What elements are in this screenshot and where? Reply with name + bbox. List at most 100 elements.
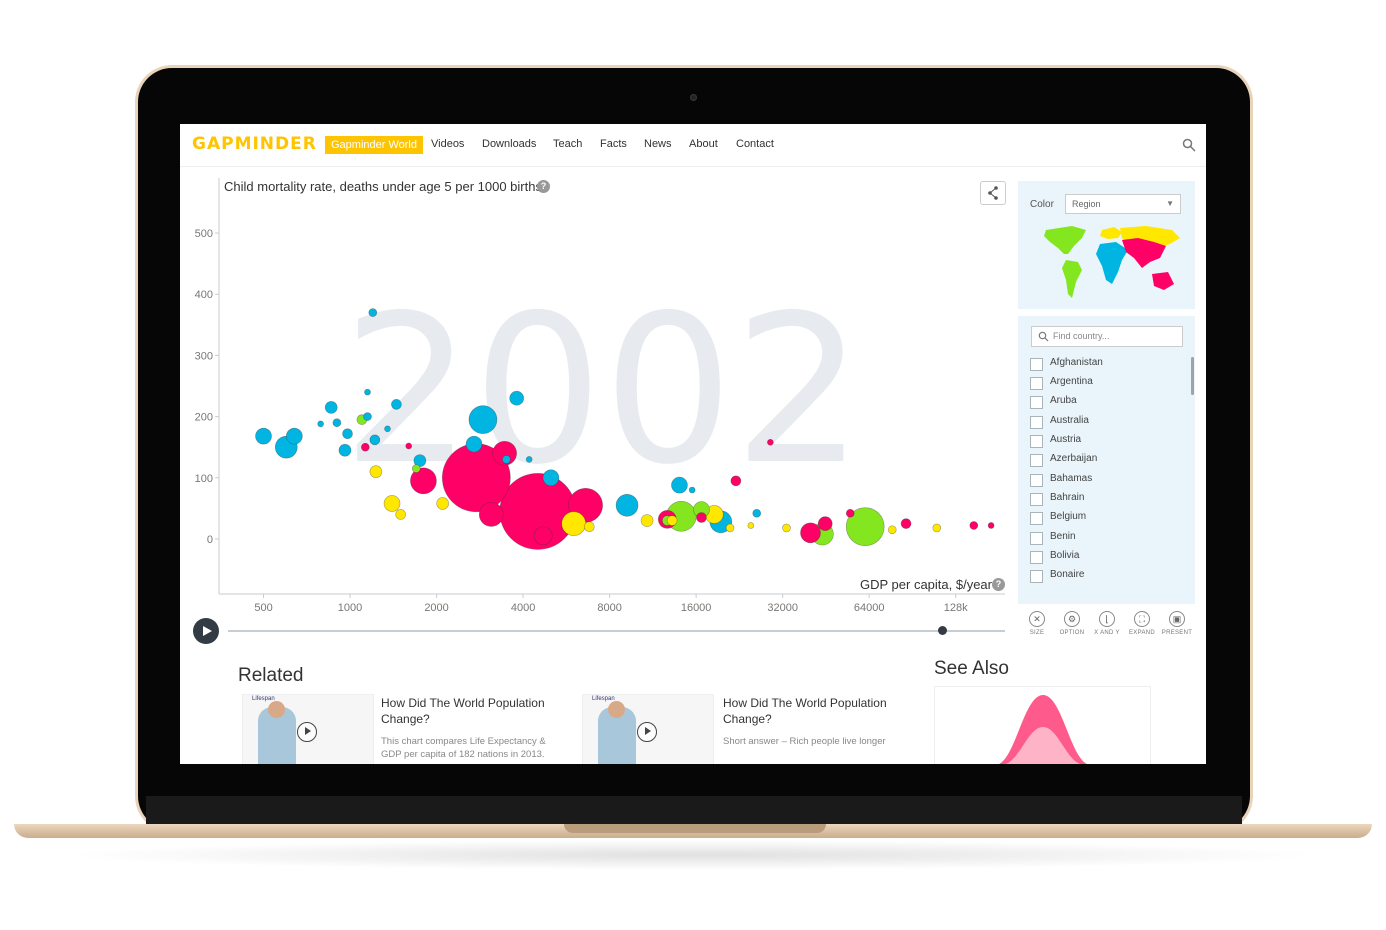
related-card-title-2[interactable]: How Did The World Population Change? [723, 695, 898, 727]
map-south-america[interactable] [1062, 260, 1082, 298]
bubble-africa[interactable] [369, 434, 381, 446]
bubble-africa[interactable] [468, 405, 498, 434]
bubble-europe[interactable] [584, 521, 595, 533]
bubble-europe[interactable] [725, 523, 735, 533]
bubble-europe[interactable] [640, 514, 654, 527]
bubble-africa[interactable] [364, 388, 371, 396]
play-icon[interactable] [637, 722, 657, 742]
bubble-africa[interactable] [363, 412, 372, 421]
tool-option[interactable]: ⚙ OPTION [1055, 611, 1089, 636]
bubble-africa[interactable] [509, 390, 524, 406]
country-label: Benin [1050, 531, 1076, 542]
bubble-europe[interactable] [395, 509, 406, 520]
country-checkbox[interactable] [1030, 474, 1043, 487]
bubble-europe[interactable] [561, 511, 586, 536]
tool-present[interactable]: ▣ PRESENT [1160, 611, 1194, 636]
bubble-africa[interactable] [542, 469, 560, 487]
bubble-africa[interactable] [502, 455, 511, 464]
nav-videos[interactable]: Videos [431, 138, 464, 150]
x-axis-title[interactable]: GDP per capita, $/year [860, 577, 992, 592]
timeline-handle[interactable] [938, 626, 947, 635]
bubble-asia[interactable] [900, 518, 912, 529]
bubble-europe[interactable] [932, 523, 942, 533]
play-icon[interactable] [297, 722, 317, 742]
see-also-card[interactable] [934, 686, 1151, 764]
bubble-africa[interactable] [384, 425, 391, 433]
bubble-africa[interactable] [525, 456, 533, 463]
bubble-europe[interactable] [436, 497, 449, 510]
related-video-thumbnail-2[interactable]: Lifespan [582, 694, 714, 764]
bubble-asia[interactable] [987, 522, 995, 529]
tool-size[interactable]: ✕ SIZE [1020, 611, 1054, 636]
bubble-africa[interactable] [255, 427, 272, 445]
bubble-africa[interactable] [338, 443, 352, 457]
country-panel [1018, 316, 1195, 604]
country-checkbox[interactable] [1030, 512, 1043, 525]
bubble-africa[interactable] [286, 427, 303, 445]
nav-contact[interactable]: Contact [736, 138, 774, 150]
country-checkbox[interactable] [1030, 377, 1043, 390]
related-card-title-1[interactable]: How Did The World Population Change? [381, 695, 556, 727]
bubble-africa[interactable] [688, 486, 696, 494]
x-axis-help-icon[interactable]: ? [992, 578, 1005, 591]
nav-news[interactable]: News [644, 138, 672, 150]
country-checkbox[interactable] [1030, 396, 1043, 409]
nav-downloads[interactable]: Downloads [482, 138, 536, 150]
bubble-asia[interactable] [845, 508, 855, 518]
bubble-europe[interactable] [782, 523, 791, 533]
bubble-africa[interactable] [342, 428, 353, 440]
bubble-africa[interactable] [391, 399, 402, 410]
related-video-thumbnail-1[interactable]: Lifespan [242, 694, 374, 764]
timeline-slider[interactable] [228, 630, 1005, 632]
bubble-asia[interactable] [969, 521, 979, 530]
country-checkbox[interactable] [1030, 551, 1043, 564]
bubble-asia[interactable] [817, 516, 833, 531]
color-select[interactable]: Region ▼ [1065, 194, 1181, 214]
country-checkbox[interactable] [1030, 493, 1043, 506]
bubble-africa[interactable] [465, 435, 483, 453]
world-map-legend[interactable] [1042, 224, 1184, 304]
bubble-asia[interactable] [405, 442, 413, 450]
tool-x-and-y[interactable]: ⌊ X AND Y [1090, 611, 1124, 636]
nav-facts[interactable]: Facts [600, 138, 627, 150]
bubble-asia[interactable] [478, 502, 504, 527]
bubble-europe[interactable] [666, 515, 678, 526]
bubble-asia[interactable] [767, 438, 774, 446]
country-checkbox[interactable] [1030, 532, 1043, 545]
search-icon[interactable] [1182, 138, 1196, 152]
tool-expand[interactable]: ⛶ EXPAND [1125, 611, 1159, 636]
bubble-europe[interactable] [887, 525, 897, 535]
gapminder-logo[interactable]: GAPMINDER [192, 134, 317, 154]
bubble-africa[interactable] [368, 308, 378, 317]
find-country-input[interactable]: Find country... [1031, 326, 1183, 347]
bubble-africa[interactable] [317, 420, 324, 428]
bubble-africa[interactable] [671, 476, 688, 494]
bubble-asia[interactable] [730, 475, 742, 487]
nav-teach[interactable]: Teach [553, 138, 582, 150]
country-checkbox[interactable] [1030, 358, 1043, 371]
country-list-scrollbar[interactable] [1191, 357, 1194, 395]
map-australia[interactable] [1152, 272, 1174, 290]
bubble-europe[interactable] [747, 522, 755, 529]
bubble-asia[interactable] [696, 512, 707, 523]
bubble-africa[interactable] [332, 418, 342, 428]
country-checkbox[interactable] [1030, 570, 1043, 583]
bubble-asia[interactable] [800, 522, 821, 544]
bubble-europe[interactable] [383, 495, 401, 512]
bubble-europe[interactable] [369, 465, 383, 478]
bubble-asia[interactable] [360, 442, 370, 452]
country-checkbox[interactable] [1030, 435, 1043, 448]
map-europe[interactable] [1100, 227, 1122, 239]
nav-about[interactable]: About [689, 138, 718, 150]
nav-gapminder-world[interactable]: Gapminder World [325, 136, 423, 154]
country-checkbox[interactable] [1030, 416, 1043, 429]
bubble-africa[interactable] [752, 508, 762, 518]
bubble-americas[interactable] [411, 464, 421, 473]
play-button[interactable] [193, 618, 219, 644]
bubble-africa[interactable] [324, 401, 338, 414]
bubble-africa[interactable] [615, 493, 639, 517]
country-checkbox[interactable] [1030, 454, 1043, 467]
map-africa[interactable] [1096, 242, 1128, 284]
map-north-america[interactable] [1044, 226, 1086, 254]
bubble-asia[interactable] [533, 526, 553, 546]
